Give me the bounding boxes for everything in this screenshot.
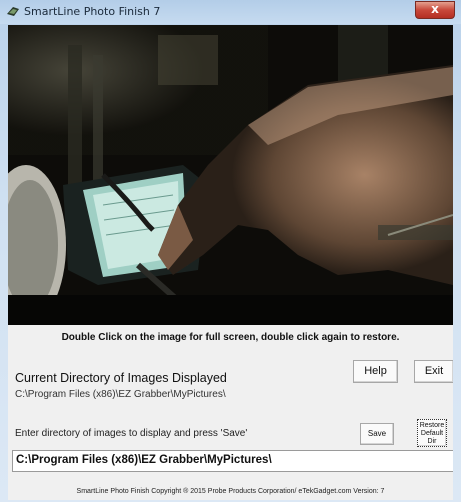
exit-button[interactable]: Exit xyxy=(414,360,453,383)
directory-entry-label: Enter directory of images to display and… xyxy=(15,428,248,439)
app-window: SmartLine Photo Finish 7 x Double Click … xyxy=(0,0,461,502)
title-bar[interactable]: SmartLine Photo Finish 7 x xyxy=(0,0,461,24)
directory-input[interactable]: C:\Program Files (x86)\EZ Grabber\MyPict… xyxy=(12,450,453,472)
photo-display[interactable] xyxy=(8,25,453,325)
restore-label-line2: Default xyxy=(420,430,444,437)
save-button[interactable]: Save xyxy=(360,423,394,445)
photo-caption: Double Click on the image for full scree… xyxy=(61,332,400,343)
restore-label-line3: Dir xyxy=(427,438,437,445)
current-directory-path: C:\Program Files (x86)\EZ Grabber\MyPict… xyxy=(15,389,226,400)
app-logo-icon xyxy=(7,7,19,16)
restore-label-line1: Restore xyxy=(419,422,445,429)
camera-photo-image xyxy=(8,25,453,325)
footer-copyright: SmartLine Photo Finish Copyright ® 2015 … xyxy=(76,488,385,495)
restore-default-dir-button[interactable]: Restore Default Dir xyxy=(417,419,447,447)
close-button[interactable]: x xyxy=(415,1,455,19)
help-button[interactable]: Help xyxy=(353,360,398,383)
window-title: SmartLine Photo Finish 7 xyxy=(24,5,161,18)
current-directory-heading: Current Directory of Images Displayed xyxy=(15,371,227,385)
client-area: Double Click on the image for full scree… xyxy=(8,25,453,500)
